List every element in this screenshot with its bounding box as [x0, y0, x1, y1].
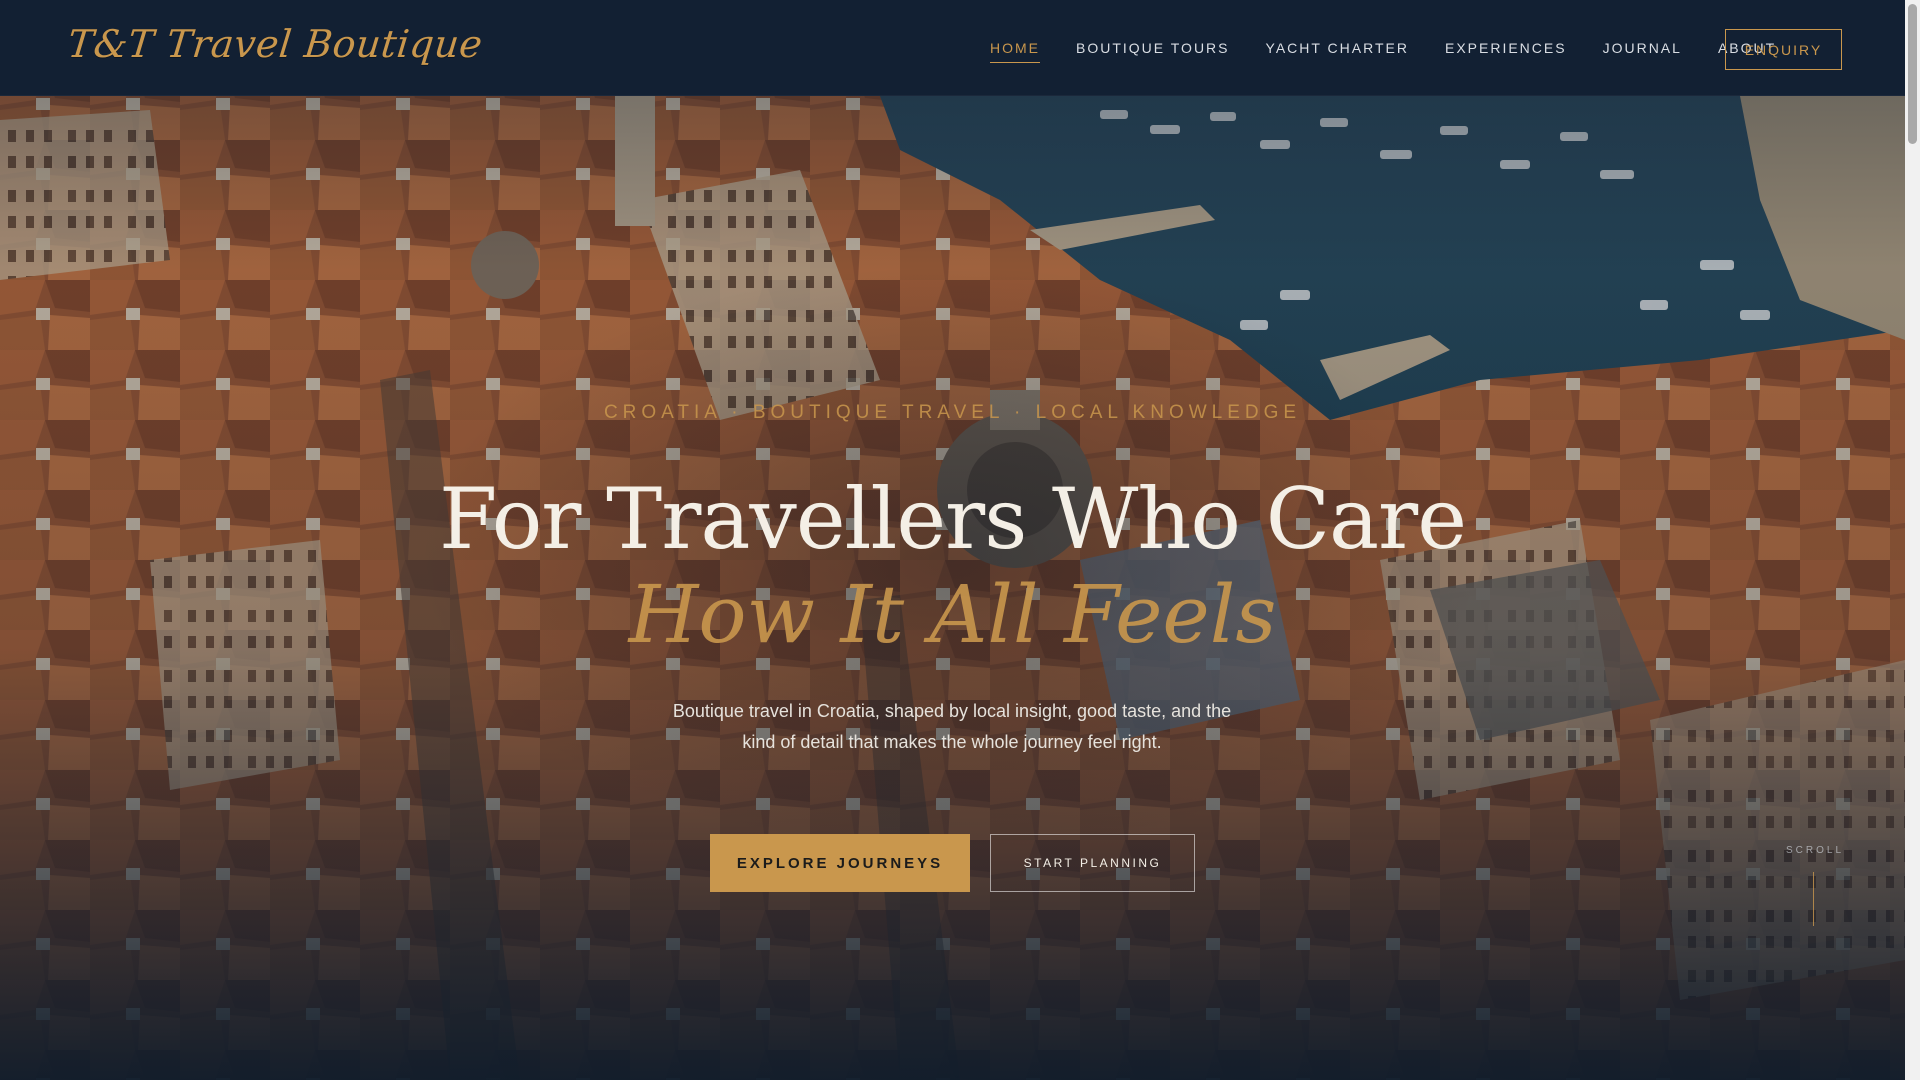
hero-kicker: CROATIA · BOUTIQUE TRAVEL · LOCAL KNOWLE…	[603, 402, 1302, 423]
hero-section: CROATIA · BOUTIQUE TRAVEL · LOCAL KNOWLE…	[0, 0, 1905, 1080]
start-planning-button[interactable]: START PLANNING	[990, 834, 1195, 892]
page: CROATIA · BOUTIQUE TRAVEL · LOCAL KNOWLE…	[0, 0, 1920, 1080]
hero-headline: For Travellers Who Care	[439, 470, 1467, 568]
nav-item-home[interactable]: HOME	[990, 40, 1040, 63]
hero-lede: Boutique travel in Croatia, shaped by lo…	[672, 701, 1232, 752]
scrollbar-thumb[interactable]	[1908, 4, 1917, 144]
main-nav: HOME BOUTIQUE TOURS YACHT CHARTER EXPERI…	[990, 40, 1812, 63]
scroll-indicator-label: SCROLL	[1785, 845, 1844, 856]
brand-logo[interactable]: T&T Travel Boutique	[66, 22, 485, 66]
hero-subhead: How It All Feels	[628, 568, 1277, 661]
page-scrollbar[interactable]	[1905, 0, 1920, 1080]
nav-item-experiences[interactable]: EXPERIENCES	[1445, 40, 1567, 63]
enquiry-button[interactable]: ENQUIRY	[1725, 29, 1842, 70]
site-header: T&T Travel Boutique HOME BOUTIQUE TOURS …	[0, 0, 1905, 96]
scroll-indicator-line	[1813, 872, 1814, 926]
nav-item-boutique-tours[interactable]: BOUTIQUE TOURS	[1076, 40, 1230, 63]
nav-item-yacht-charter[interactable]: YACHT CHARTER	[1266, 40, 1409, 63]
explore-journeys-button[interactable]: EXPLORE JOURNEYS	[710, 834, 970, 892]
nav-item-journal[interactable]: JOURNAL	[1603, 40, 1682, 63]
